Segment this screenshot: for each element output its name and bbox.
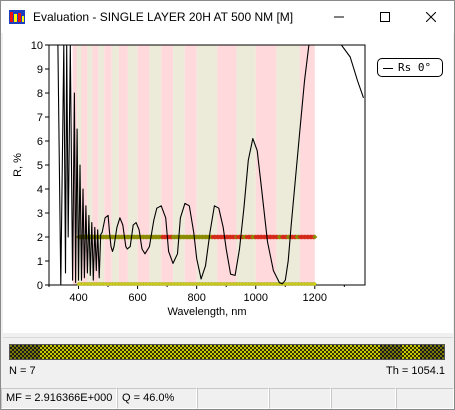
y-tick-label: 1: [37, 256, 43, 268]
spectral-band: [173, 45, 185, 285]
design-strip-pattern: [10, 345, 444, 359]
spectral-band: [161, 45, 174, 285]
quality-cell: Q = 46.0%: [117, 388, 197, 409]
maximize-icon: [380, 12, 390, 22]
y-axis-label: R, %: [12, 153, 24, 177]
title-bar[interactable]: Evaluation - SINGLE LAYER 20H AT 500 NM …: [1, 1, 454, 33]
window-title: Evaluation - SINGLE LAYER 20H AT 500 NM …: [33, 10, 294, 24]
y-tick-label: 10: [31, 40, 43, 52]
y-tick-label: 3: [37, 208, 43, 220]
close-button[interactable]: [408, 1, 454, 33]
y-tick-label: 8: [37, 88, 43, 100]
design-strip[interactable]: [9, 344, 445, 360]
status-bar: MF = 2.916366E+000 Q = 46.0%: [1, 388, 454, 409]
status-cell-3: [197, 388, 269, 409]
layer-count-label: N = 7: [9, 365, 36, 377]
reflectance-chart[interactable]: 0 1 2 3 4 5 6 7 8 9 10 400 600 800 1000 1200 Wavelength,…: [3, 33, 453, 333]
status-cell-6: [396, 388, 454, 409]
spectral-band: [149, 45, 162, 285]
close-icon: [426, 12, 436, 22]
x-tick-label: 400: [69, 292, 87, 304]
merit-function-cell: MF = 2.916366E+000: [1, 388, 117, 409]
x-tick-label: 1000: [243, 292, 267, 304]
spectral-band: [104, 45, 112, 285]
y-tick-label: 0: [37, 280, 43, 292]
y-tick-label: 4: [37, 184, 43, 196]
y-tick-label: 6: [37, 136, 43, 148]
y-tick-label: 5: [37, 160, 43, 172]
y-tick-label: 7: [37, 112, 43, 124]
minimize-icon: [334, 16, 344, 18]
spectral-band: [196, 45, 218, 285]
x-axis-label: Wavelength, nm: [167, 306, 246, 318]
spectral-band: [98, 45, 105, 285]
spectral-band: [127, 45, 138, 285]
spectral-band: [300, 45, 315, 285]
x-tick-label: 600: [128, 292, 146, 304]
status-cell-5: [331, 388, 396, 409]
x-tick-label: 1200: [303, 292, 327, 304]
app-icon: [9, 10, 25, 24]
design-panel: N = 7 Th = 1054.1: [3, 337, 453, 387]
legend-label: Rs 0°: [398, 61, 432, 74]
y-tick-label: 2: [37, 232, 43, 244]
spectral-band: [217, 45, 237, 285]
thickness-label: Th = 1054.1: [385, 365, 445, 377]
spectral-band: [118, 45, 128, 285]
x-tick-label: 800: [187, 292, 205, 304]
legend-line-swatch: [383, 68, 393, 69]
y-tick-label: 9: [37, 64, 43, 76]
evaluation-window: Evaluation - SINGLE LAYER 20H AT 500 NM …: [0, 0, 455, 410]
plot-area[interactable]: 0 1 2 3 4 5 6 7 8 9 10 400 600 800 1000 1200 Wavelength,…: [3, 33, 453, 333]
maximize-button[interactable]: [362, 1, 408, 33]
minimize-button[interactable]: [316, 1, 362, 33]
status-cell-4: [269, 388, 331, 409]
legend[interactable]: Rs 0°: [377, 58, 443, 77]
spectral-band: [184, 45, 197, 285]
